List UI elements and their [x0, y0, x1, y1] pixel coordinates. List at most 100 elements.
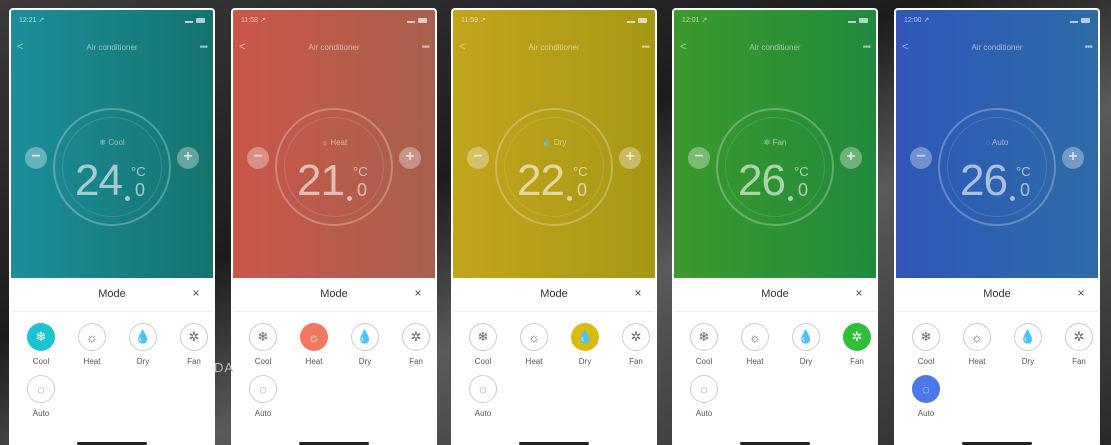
nav-bar: < Air conditioner ••• [902, 40, 1093, 54]
increase-temp-button[interactable]: + [399, 147, 421, 169]
increase-temp-button[interactable]: + [840, 147, 862, 169]
status-icons [1070, 17, 1090, 23]
decrease-temp-button[interactable]: − [688, 147, 710, 169]
temperature-unit: °C [353, 164, 368, 179]
heat-icon: ☼ [520, 323, 548, 351]
mode-option-heat[interactable]: ☼ Heat [953, 323, 1001, 366]
mode-option-dry[interactable]: 💧 Dry [119, 323, 167, 366]
heat-icon: ☼ [300, 323, 328, 351]
temperature-dial[interactable]: ❄ Cool 24 °C 0 [53, 108, 171, 226]
page-title: Air conditioner [749, 42, 801, 52]
mode-label: Cool [695, 357, 713, 366]
temperature-value: 21 [297, 156, 345, 205]
battery-icon [638, 17, 647, 23]
more-icon[interactable]: ••• [193, 42, 208, 53]
mode-sheet: Mode × ❄ Cool ☼ Heat 💧 Dry ✲ Fan ◌ Auto [674, 278, 876, 445]
dry-icon: 💧 [792, 323, 820, 351]
mode-option-heat[interactable]: ☼ Heat [510, 323, 558, 366]
mode-option-auto[interactable]: ◌ Auto [17, 375, 65, 418]
temperature-dial[interactable]: ✲ Fan 26 °C 0 [716, 108, 834, 226]
control-panel: 12:01 ↗ < Air conditioner ••• − + ✲ Fan … [674, 10, 876, 278]
sheet-title: Mode [98, 288, 126, 300]
decimal-point [125, 196, 130, 201]
mode-label: Heat [525, 357, 543, 366]
battery-icon [859, 17, 868, 23]
sheet-title: Mode [761, 288, 789, 300]
nav-bar: < Air conditioner ••• [680, 40, 871, 54]
mode-option-fan[interactable]: ✲ Fan [1055, 323, 1098, 366]
close-icon[interactable]: × [411, 286, 425, 300]
mode-option-cool[interactable]: ❄ Cool [459, 323, 507, 366]
page-title: Air conditioner [86, 42, 138, 52]
mode-option-auto[interactable]: ◌ Auto [239, 375, 287, 418]
close-icon[interactable]: × [1074, 286, 1088, 300]
close-icon[interactable]: × [189, 286, 203, 300]
decrease-temp-button[interactable]: − [247, 147, 269, 169]
phone-screen-dry: 11:59 ↗ < Air conditioner ••• − + 💧 Dry … [451, 8, 657, 445]
mode-sheet: Mode × ❄ Cool ☼ Heat 💧 Dry ✲ Fan ◌ Auto [233, 278, 435, 445]
increase-temp-button[interactable]: + [177, 147, 199, 169]
signal-icon [407, 18, 415, 23]
more-icon[interactable]: ••• [635, 42, 650, 53]
mode-label: Heat [968, 357, 986, 366]
increase-temp-button[interactable]: + [1062, 147, 1084, 169]
mode-option-cool[interactable]: ❄ Cool [239, 323, 287, 366]
more-icon[interactable]: ••• [856, 42, 871, 53]
decrease-temp-button[interactable]: − [910, 147, 932, 169]
more-icon[interactable]: ••• [415, 42, 430, 53]
back-icon[interactable]: < [902, 41, 916, 53]
temperature-dial[interactable]: 💧 Dry 22 °C 0 [495, 108, 613, 226]
auto-icon: ◌ [690, 375, 718, 403]
dry-icon: 💧 [129, 323, 157, 351]
fan-icon: ✲ [402, 323, 430, 351]
status-time: 11:58 ↗ [241, 17, 266, 24]
mode-option-fan[interactable]: ✲ Fan [392, 323, 435, 366]
mode-sheet: Mode × ❄ Cool ☼ Heat 💧 Dry ✲ Fan ◌ Auto [11, 278, 213, 445]
mode-option-cool[interactable]: ❄ Cool [902, 323, 950, 366]
mode-option-auto[interactable]: ◌ Auto [459, 375, 507, 418]
cool-icon: ❄ [27, 323, 55, 351]
control-panel: 12:21 ↗ < Air conditioner ••• − + ❄ Cool… [11, 10, 213, 278]
back-icon[interactable]: < [239, 41, 253, 53]
increase-temp-button[interactable]: + [619, 147, 641, 169]
back-icon[interactable]: < [17, 41, 31, 53]
dry-icon: 💧 [351, 323, 379, 351]
mode-option-dry[interactable]: 💧 Dry [782, 323, 830, 366]
mode-option-dry[interactable]: 💧 Dry [561, 323, 609, 366]
decrease-temp-button[interactable]: − [25, 147, 47, 169]
current-mode-text: Fan [772, 138, 787, 147]
mode-label: Auto [917, 409, 935, 418]
mode-option-fan[interactable]: ✲ Fan [170, 323, 213, 366]
decrease-temp-button[interactable]: − [467, 147, 489, 169]
mode-label: Cool [917, 357, 935, 366]
mode-option-auto[interactable]: ◌ Auto [680, 375, 728, 418]
back-icon[interactable]: < [459, 41, 473, 53]
mode-option-dry[interactable]: 💧 Dry [1004, 323, 1052, 366]
mode-option-fan[interactable]: ✲ Fan [833, 323, 876, 366]
temperature-decimal: 0 [135, 180, 146, 200]
mode-option-cool[interactable]: ❄ Cool [680, 323, 728, 366]
more-icon[interactable]: ••• [1078, 42, 1093, 53]
close-icon[interactable]: × [631, 286, 645, 300]
mode-option-dry[interactable]: 💧 Dry [341, 323, 389, 366]
temperature-dial[interactable]: ◌ Auto 26 °C 0 [938, 108, 1056, 226]
control-panel: 11:58 ↗ < Air conditioner ••• − + ☼ Heat… [233, 10, 435, 278]
close-icon[interactable]: × [852, 286, 866, 300]
mode-option-fan[interactable]: ✲ Fan [612, 323, 655, 366]
mode-option-heat[interactable]: ☼ Heat [731, 323, 779, 366]
auto-icon: ◌ [27, 375, 55, 403]
sheet-title: Mode [983, 288, 1011, 300]
mode-option-cool[interactable]: ❄ Cool [17, 323, 65, 366]
temperature-dial[interactable]: ☼ Heat 21 °C 0 [275, 108, 393, 226]
signal-icon [1070, 18, 1078, 23]
auto-icon: ◌ [249, 375, 277, 403]
current-mode-label: ✲ Fan [718, 138, 832, 147]
status-bar: 11:59 ↗ [461, 14, 647, 26]
fan-icon: ✲ [622, 323, 650, 351]
status-icons [185, 17, 205, 23]
mode-option-heat[interactable]: ☼ Heat [68, 323, 116, 366]
mode-option-heat[interactable]: ☼ Heat [290, 323, 338, 366]
mode-option-auto[interactable]: ◌ Auto [902, 375, 950, 418]
cool-icon: ❄ [249, 323, 277, 351]
back-icon[interactable]: < [680, 41, 694, 53]
